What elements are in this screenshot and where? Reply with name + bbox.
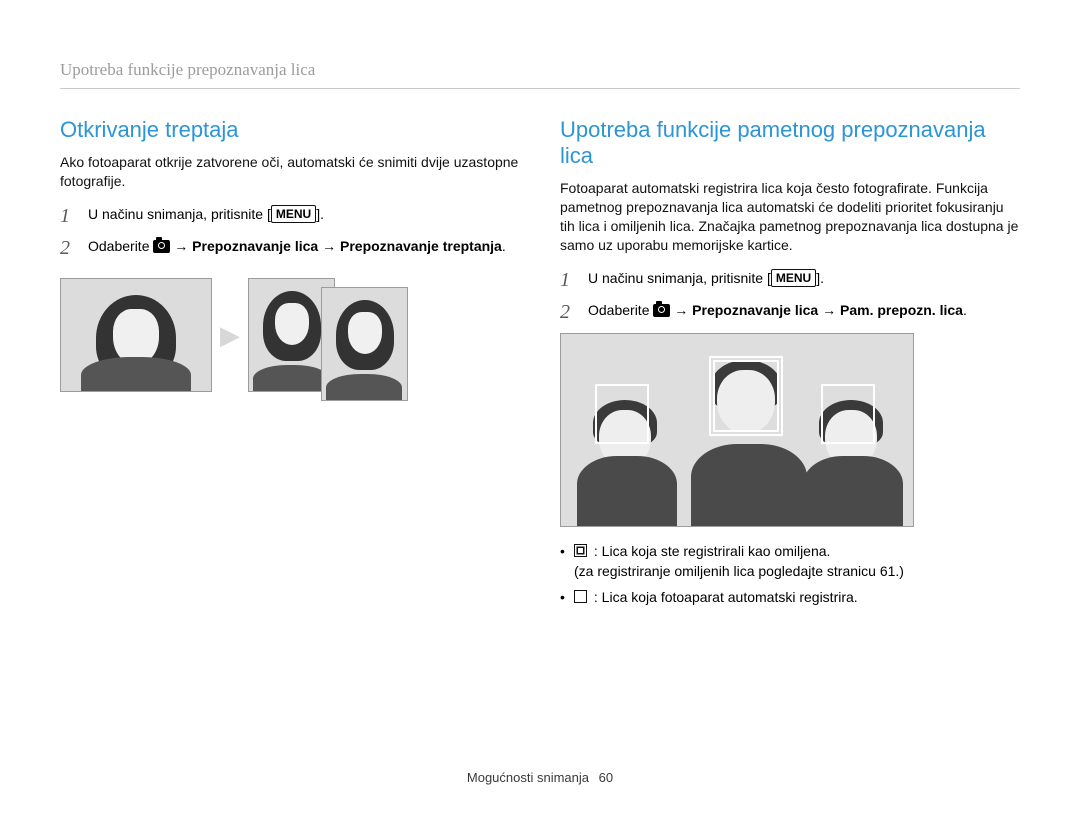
- step-number: 2: [60, 237, 78, 259]
- single-square-icon: [574, 590, 587, 603]
- text: ].: [816, 270, 824, 286]
- legend-item-auto: : Lica koja fotoaparat automatski regist…: [560, 587, 1020, 607]
- text: .: [963, 302, 967, 318]
- text: (za registriranje omiljenih lica pogleda…: [574, 563, 904, 579]
- bold-text: Prepoznavanje lica: [692, 302, 818, 318]
- smart-recognition-illustration: [560, 333, 914, 527]
- illustration-frame-shot-2: [321, 287, 408, 401]
- blink-illustration: ▶: [60, 269, 520, 401]
- double-square-icon: [574, 544, 587, 557]
- text: : Lica koja fotoaparat automatski regist…: [594, 589, 858, 605]
- arrow-icon: →: [170, 238, 192, 254]
- step-number: 1: [560, 269, 578, 291]
- right-section-title: Upotreba funkcije pametnog prepoznavanja…: [560, 117, 1020, 169]
- illustration-frame-closed-eyes: [60, 278, 212, 392]
- text: Odaberite: [588, 302, 653, 318]
- text: U načinu snimanja, pritisnite [: [588, 270, 771, 286]
- bold-text: Prepoznavanje treptanja: [340, 238, 502, 254]
- text: ].: [316, 206, 324, 222]
- left-column: Otkrivanje treptaja Ako fotoaparat otkri…: [60, 117, 520, 613]
- step-number: 1: [60, 205, 78, 227]
- triangle-right-icon: ▶: [220, 322, 240, 348]
- menu-button-label: MENU: [271, 205, 316, 223]
- legend-item-favorite: : Lica koja ste registrirali kao omiljen…: [560, 541, 1020, 582]
- face-box-single: [595, 384, 649, 444]
- step-body: U načinu snimanja, pritisnite [MENU].: [588, 269, 824, 291]
- text: Odaberite: [88, 238, 153, 254]
- camera-icon: [153, 240, 170, 253]
- footer-section-label: Mogućnosti snimanja: [467, 770, 589, 785]
- bold-text: Prepoznavanje lica: [192, 238, 318, 254]
- text: : Lica koja ste registrirali kao omiljen…: [594, 543, 831, 559]
- page-footer: Mogućnosti snimanja 60: [0, 770, 1080, 785]
- camera-icon: [653, 304, 670, 317]
- step-body: U načinu snimanja, pritisnite [MENU].: [88, 205, 324, 227]
- left-step-1: 1 U načinu snimanja, pritisnite [MENU].: [60, 205, 520, 227]
- left-step-2: 2 Odaberite → Prepoznavanje lica → Prepo…: [60, 237, 520, 259]
- legend-list: : Lica koja ste registrirali kao omiljen…: [560, 541, 1020, 608]
- step-body: Odaberite → Prepoznavanje lica → Pam. pr…: [588, 301, 967, 323]
- arrow-icon: →: [818, 302, 840, 318]
- right-step-1: 1 U načinu snimanja, pritisnite [MENU].: [560, 269, 1020, 291]
- right-column: Upotreba funkcije pametnog prepoznavanja…: [560, 117, 1020, 613]
- page-number: 60: [599, 770, 613, 785]
- face-box-single: [821, 384, 875, 444]
- right-step-2: 2 Odaberite → Prepoznavanje lica → Pam. …: [560, 301, 1020, 323]
- step-number: 2: [560, 301, 578, 323]
- arrow-icon: →: [318, 238, 340, 254]
- text: .: [502, 238, 506, 254]
- right-intro: Fotoaparat automatski registrira lica ko…: [560, 179, 1020, 255]
- left-intro: Ako fotoaparat otkrije zatvorene oči, au…: [60, 153, 520, 191]
- left-section-title: Otkrivanje treptaja: [60, 117, 520, 143]
- manual-page: Upotreba funkcije prepoznavanja lica Otk…: [0, 0, 1080, 815]
- face-box-favorite: [713, 360, 779, 432]
- text: U načinu snimanja, pritisnite [: [88, 206, 271, 222]
- step-body: Odaberite → Prepoznavanje lica → Prepozn…: [88, 237, 506, 259]
- bold-text: Pam. prepozn. lica: [840, 302, 963, 318]
- arrow-icon: →: [670, 302, 692, 318]
- two-column-layout: Otkrivanje treptaja Ako fotoaparat otkri…: [60, 117, 1020, 613]
- running-head: Upotreba funkcije prepoznavanja lica: [60, 60, 1020, 89]
- menu-button-label: MENU: [771, 269, 816, 287]
